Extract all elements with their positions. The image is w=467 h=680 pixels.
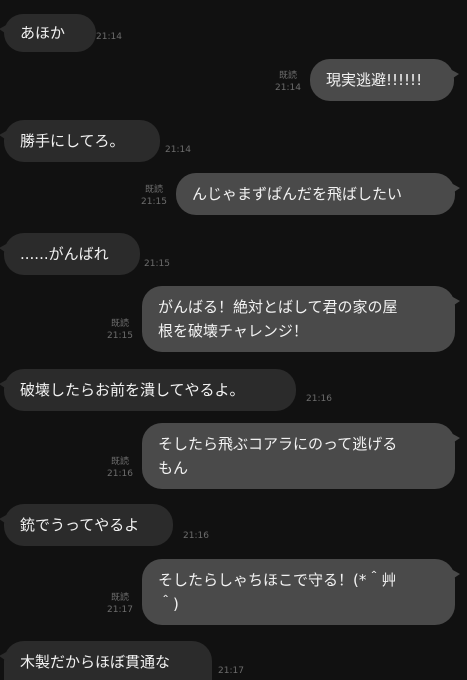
message-meta: 既読 21:15 [139, 184, 169, 208]
message-time: 21:14 [96, 32, 122, 42]
outgoing-message-bubble[interactable]: がんばる！絶対とばして君の家の屋 根を破壊チャレンジ！ [142, 286, 460, 352]
message-time: 21:16 [183, 531, 209, 541]
message-time: 21:15 [144, 259, 170, 269]
message-time: 21:17 [107, 605, 133, 615]
message-meta: 既読 21:16 [105, 456, 135, 480]
read-receipt: 既読 [110, 593, 129, 603]
outgoing-message-bubble[interactable]: 現実逃避!!!!!! [310, 59, 459, 101]
read-receipt: 既読 [144, 185, 163, 195]
incoming-message-bubble[interactable]: 破壊したらお前を潰してやるよ。 [0, 369, 296, 411]
read-receipt: 既読 [110, 319, 129, 329]
incoming-message-bubble[interactable]: 木製だからほぼ貫通な [0, 641, 212, 680]
message-meta: 既読 21:15 [105, 318, 135, 342]
message-time: 21:17 [218, 666, 244, 676]
message-time: 21:15 [107, 331, 133, 341]
message-meta: 既読 21:14 [273, 70, 303, 94]
message-time: 21:16 [306, 394, 332, 404]
incoming-message-bubble[interactable]: あほか [0, 14, 96, 52]
message-time: 21:16 [107, 469, 133, 479]
outgoing-message-bubble[interactable]: そしたらしゃちほこで守る！(*＾艸 ＾) [142, 559, 460, 625]
message-time: 21:15 [141, 197, 167, 207]
outgoing-message-bubble[interactable]: そしたら飛ぶコアラにのって逃げる もん [142, 423, 460, 489]
incoming-message-bubble[interactable]: 勝手にしてろ。 [0, 120, 160, 162]
message-meta: 既読 21:17 [105, 592, 135, 616]
chat-thread: あほか 21:14 既読 21:14 現実逃避!!!!!! 勝手にしてろ。 21… [0, 0, 467, 680]
message-time: 21:14 [165, 145, 191, 155]
read-receipt: 既読 [278, 71, 297, 81]
outgoing-message-bubble[interactable]: んじゃまずぱんだを飛ばしたい [176, 173, 460, 215]
incoming-message-bubble[interactable]: ......がんばれ [0, 233, 140, 275]
incoming-message-bubble[interactable]: 銃でうってやるよ [0, 504, 173, 546]
message-time: 21:14 [275, 83, 301, 93]
read-receipt: 既読 [110, 457, 129, 467]
